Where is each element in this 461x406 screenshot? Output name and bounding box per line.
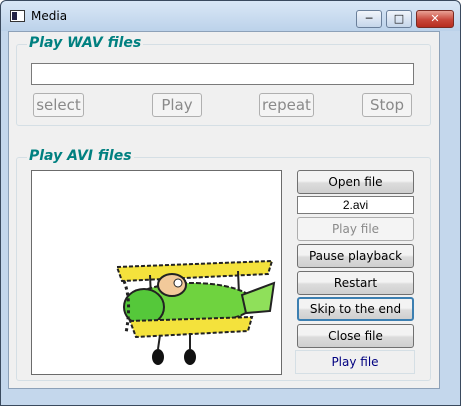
playback-status-label: Play file (295, 350, 415, 374)
skip-to-end-button[interactable]: Skip to the end (297, 297, 414, 321)
wav-group-label: Play WAV files (27, 35, 144, 51)
wav-stop-button[interactable]: Stop (362, 93, 412, 117)
biplane-frame (115, 259, 276, 365)
wav-select-button[interactable]: select (33, 93, 84, 117)
restart-button[interactable]: Restart (297, 271, 414, 295)
media-window: Media ─ □ ✕ Play WAV files select Play r… (0, 0, 461, 406)
wav-path-field[interactable] (31, 63, 414, 85)
maximize-button[interactable]: □ (386, 10, 412, 28)
close-icon: ✕ (430, 12, 440, 25)
close-window-button[interactable]: ✕ (416, 10, 454, 28)
pause-playback-button[interactable]: Pause playback (297, 244, 414, 268)
minimize-icon: ─ (365, 12, 373, 25)
minimize-button[interactable]: ─ (356, 10, 382, 28)
client-area: Play WAV files select Play repeat Stop P… (8, 31, 440, 389)
play-file-button[interactable]: Play file (297, 217, 414, 241)
avi-group-label: Play AVI files (27, 148, 134, 164)
close-file-button[interactable]: Close file (297, 324, 414, 348)
video-display (31, 170, 282, 375)
maximize-icon: □ (393, 12, 405, 25)
app-icon (10, 10, 25, 22)
title-bar[interactable]: Media ─ □ ✕ (1, 1, 460, 31)
open-file-button[interactable]: Open file (297, 170, 414, 194)
wav-repeat-button[interactable]: repeat (259, 93, 314, 117)
window-title: Media (31, 9, 68, 23)
wav-play-button[interactable]: Play (152, 93, 202, 117)
avi-filename-field[interactable] (297, 196, 414, 214)
